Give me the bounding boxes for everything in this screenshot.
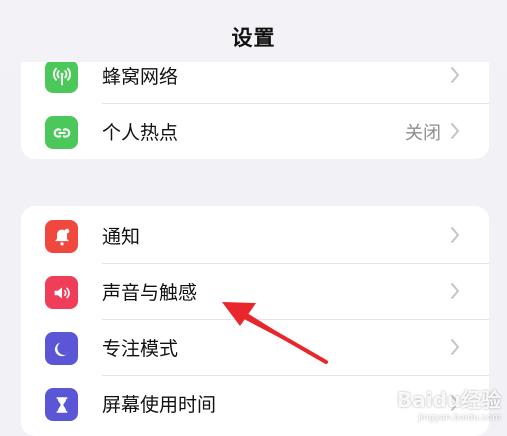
chevron-right-icon — [451, 123, 459, 139]
moon-icon — [45, 332, 78, 365]
settings-row-sounds-haptics[interactable]: 声音与触感 — [21, 264, 489, 320]
watermark-brand: Baidu经验 — [396, 388, 501, 412]
settings-row-label: 屏幕使用时间 — [102, 394, 217, 416]
hourglass-icon — [45, 388, 78, 421]
settings-row-personal-hotspot[interactable]: 个人热点 关闭 — [21, 104, 489, 159]
speaker-icon — [45, 276, 78, 309]
chevron-right-icon — [451, 67, 459, 83]
settings-row-label: 蜂窝网络 — [102, 66, 179, 88]
chevron-right-icon — [451, 227, 459, 243]
bell-icon — [45, 220, 78, 253]
settings-row-label: 通知 — [102, 226, 141, 248]
navigation-bar: 设置 — [0, 0, 507, 70]
page-title: 设置 — [231, 26, 276, 50]
antenna-icon — [45, 62, 78, 93]
chevron-right-icon — [451, 339, 459, 355]
hotspot-status-value: 关闭 — [405, 123, 441, 144]
settings-row-label: 专注模式 — [102, 338, 179, 360]
watermark-url: jingyan.baidu.com — [417, 413, 501, 423]
settings-row-notifications[interactable]: 通知 — [21, 208, 489, 264]
settings-row-label: 个人热点 — [102, 122, 179, 144]
settings-row-cellular[interactable]: 蜂窝网络 — [21, 62, 489, 104]
hotspot-link-icon — [45, 116, 78, 149]
chevron-right-icon — [451, 283, 459, 299]
settings-group-network: 蜂窝网络 个人热点 关闭 — [21, 62, 489, 159]
baidu-watermark: Baidu经验 jingyan.baidu.com — [397, 384, 501, 423]
settings-row-label: 声音与触感 — [102, 282, 198, 304]
settings-row-focus[interactable]: 专注模式 — [21, 320, 489, 376]
